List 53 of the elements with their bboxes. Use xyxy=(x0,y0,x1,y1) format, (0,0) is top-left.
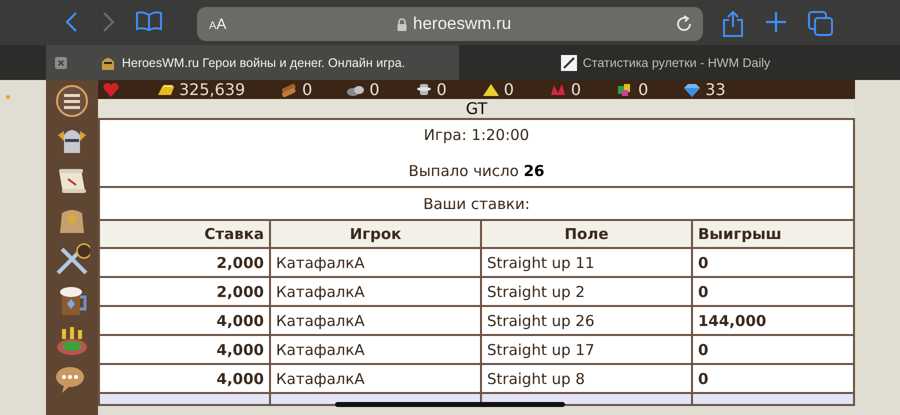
table-cell: КатафалкА xyxy=(270,335,481,364)
column-header: Ставка xyxy=(99,220,270,248)
table-cell: Straight up 11 xyxy=(481,248,692,277)
dot-mark xyxy=(6,95,10,99)
resource-value: 33 xyxy=(705,80,726,99)
table-cell: Straight up 26 xyxy=(481,306,692,335)
lock-icon xyxy=(397,18,407,30)
table-cell: 4,000 xyxy=(99,335,270,364)
table-cell: 0 xyxy=(692,248,854,277)
menu-icon[interactable] xyxy=(54,83,90,119)
browser-tab[interactable]: HeroesWM.ru Герои войны и денег. Онлайн игра. xyxy=(46,45,459,80)
table-cell: КатафалкА xyxy=(270,364,481,393)
table-cell: 0 xyxy=(692,277,854,306)
table-cell: 2,000 xyxy=(99,248,270,277)
table-cell: Straight up 17 xyxy=(481,335,692,364)
resource-value: 0 xyxy=(504,80,514,99)
address-bar[interactable]: AA heroeswm.ru xyxy=(197,7,703,41)
table-cell: КатафалкА xyxy=(270,277,481,306)
table-cell: КатафалкА xyxy=(270,306,481,335)
url-text: heroeswm.ru xyxy=(413,14,512,34)
column-header: Поле xyxy=(481,220,692,248)
back-icon[interactable] xyxy=(64,11,80,33)
resource-value: 325,639 xyxy=(179,80,246,99)
bets-title: Ваши ставки: xyxy=(423,194,530,212)
column-header: Выигрыш xyxy=(692,220,854,248)
tab-title: Статистика рулетки - HWM Daily xyxy=(582,56,770,70)
table-cell: 4,000 xyxy=(99,306,270,335)
game-time: Игра: 1:20:00 xyxy=(424,126,530,144)
table-cell: 2,000 xyxy=(99,277,270,306)
resource-value: 0 xyxy=(638,80,648,99)
table-cell: 0 xyxy=(692,335,854,364)
book-icon[interactable] xyxy=(136,11,162,31)
resource-value: 0 xyxy=(302,80,312,99)
reload-icon[interactable] xyxy=(675,15,693,33)
resource-value: 0 xyxy=(436,80,447,99)
header-title: GT xyxy=(466,99,488,118)
table-cell: Straight up 8 xyxy=(481,364,692,393)
table-cell: КатафалкА xyxy=(270,248,481,277)
sword-icon xyxy=(560,54,577,70)
tab-title: HeroesWM.ru Герои войны и денег. Онлайн игра. xyxy=(122,56,406,70)
result-text: Выпало число 26 xyxy=(408,162,544,180)
column-header: Игрок xyxy=(270,220,481,248)
share-icon[interactable] xyxy=(722,11,744,37)
tabs-icon[interactable] xyxy=(808,11,834,37)
table-cell: Straight up 2 xyxy=(481,277,692,306)
close-icon[interactable] xyxy=(55,56,67,68)
new-tab-icon[interactable] xyxy=(765,11,787,33)
table-cell: 4,000 xyxy=(99,364,270,393)
table-cell: 0 xyxy=(692,364,854,393)
text-size-button[interactable]: AA xyxy=(209,16,226,32)
table-cell: 144,000 xyxy=(692,306,854,335)
resource-value: 0 xyxy=(369,80,380,99)
resource-value: 0 xyxy=(570,80,582,99)
